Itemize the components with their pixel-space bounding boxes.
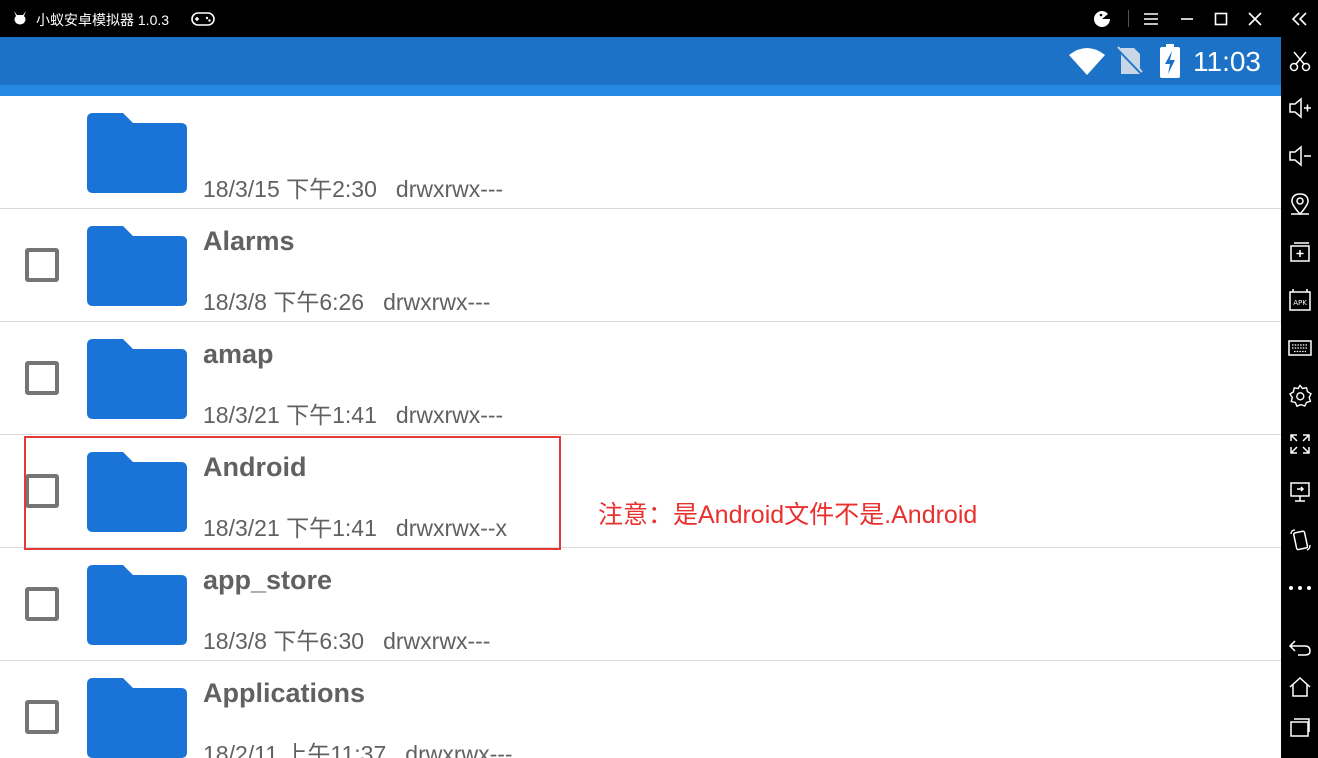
file-permissions: drwxrwx--- — [383, 628, 491, 654]
file-meta: 18/2/11 上午11:37 drwxrwx--- — [203, 735, 513, 758]
file-row[interactable]: 18/3/15 下午2:30 drwxrwx--- — [0, 96, 1281, 209]
folder-icon — [87, 565, 187, 645]
screen-share-icon[interactable] — [1281, 472, 1318, 512]
file-permissions: drwxrwx--- — [405, 741, 513, 758]
file-row[interactable]: amap 18/3/21 下午1:41 drwxrwx--- — [0, 322, 1281, 435]
gamepad-icon[interactable] — [191, 11, 215, 27]
file-name: amap — [203, 339, 274, 369]
folder-icon — [87, 678, 187, 758]
emulator-title-bar: 小蚁安卓模拟器 1.0.3 — [0, 0, 1318, 37]
file-checkbox[interactable] — [25, 587, 59, 621]
file-date: 18/3/8 下午6:30 — [203, 628, 365, 654]
volume-down-icon[interactable] — [1281, 136, 1318, 176]
app-logo-icon — [14, 11, 26, 25]
file-meta: 18/3/8 下午6:30 drwxrwx--- — [203, 622, 490, 656]
more-icon[interactable] — [1281, 568, 1318, 608]
file-date: 18/3/15 下午2:30 — [203, 176, 377, 202]
file-permissions: drwxrwx--- — [395, 176, 504, 202]
wifi-icon — [1069, 48, 1105, 75]
volume-up-icon[interactable] — [1281, 88, 1318, 128]
rotate-icon[interactable] — [1281, 520, 1318, 560]
pacman-icon[interactable] — [1090, 7, 1114, 31]
svg-text:APK: APK — [1293, 299, 1307, 307]
folder-icon — [87, 113, 187, 193]
folder-icon — [87, 339, 187, 419]
collapse-icon[interactable] — [1288, 7, 1312, 31]
file-checkbox[interactable] — [25, 361, 59, 395]
status-clock: 11:03 — [1193, 46, 1261, 77]
file-meta: 18/3/8 下午6:26 drwxrwx--- — [203, 283, 490, 317]
home-icon[interactable] — [1281, 667, 1318, 707]
no-sim-icon — [1117, 46, 1143, 76]
back-icon[interactable] — [1281, 628, 1318, 668]
scissors-icon[interactable] — [1281, 41, 1318, 81]
battery-charging-icon — [1160, 44, 1180, 78]
file-row[interactable]: Alarms 18/3/8 下午6:26 drwxrwx--- — [0, 209, 1281, 322]
file-permissions: drwxrwx--- — [383, 289, 491, 315]
recents-icon[interactable] — [1281, 707, 1318, 747]
menu-icon[interactable] — [1139, 7, 1163, 31]
close-icon[interactable] — [1243, 7, 1267, 31]
annotation-note: 注意：是Android文件不是.Android — [598, 501, 978, 529]
window-title: 小蚁安卓模拟器 1.0.3 — [36, 12, 170, 28]
file-checkbox[interactable] — [25, 700, 59, 734]
file-row[interactable]: app_store 18/3/8 下午6:30 drwxrwx--- — [0, 548, 1281, 661]
file-name: Applications — [203, 678, 366, 708]
file-meta: 18/3/21 下午1:41 drwxrwx--- — [203, 396, 503, 430]
file-date: 18/3/8 下午6:26 — [203, 289, 365, 315]
fullscreen-icon[interactable] — [1281, 424, 1318, 464]
file-permissions: drwxrwx--- — [395, 402, 504, 428]
settings-icon[interactable] — [1281, 376, 1318, 416]
title-separator — [1128, 10, 1129, 27]
add-window-icon[interactable] — [1281, 232, 1318, 272]
file-date: 18/3/21 下午1:41 — [203, 402, 377, 428]
apk-icon[interactable]: APK — [1281, 280, 1318, 320]
file-name: app_store — [203, 565, 333, 595]
folder-icon — [87, 226, 187, 306]
emulator-toolbar: APK — [1281, 37, 1318, 758]
annotation-highlight-box — [24, 436, 561, 550]
status-bar: 11:03 — [0, 37, 1281, 85]
file-checkbox[interactable] — [25, 248, 59, 282]
android-screen: 11:03 / storage emulated 0 — [0, 37, 1281, 758]
file-date: 18/2/11 上午11:37 — [203, 741, 387, 758]
minimize-icon[interactable] — [1175, 7, 1199, 31]
location-icon[interactable] — [1281, 184, 1318, 224]
keyboard-icon[interactable] — [1281, 328, 1318, 368]
file-meta: 18/3/15 下午2:30 drwxrwx--- — [203, 170, 503, 204]
file-name: Alarms — [203, 226, 295, 256]
file-row[interactable]: Applications 18/2/11 上午11:37 drwxrwx--- — [0, 661, 1281, 758]
maximize-icon[interactable] — [1209, 7, 1233, 31]
